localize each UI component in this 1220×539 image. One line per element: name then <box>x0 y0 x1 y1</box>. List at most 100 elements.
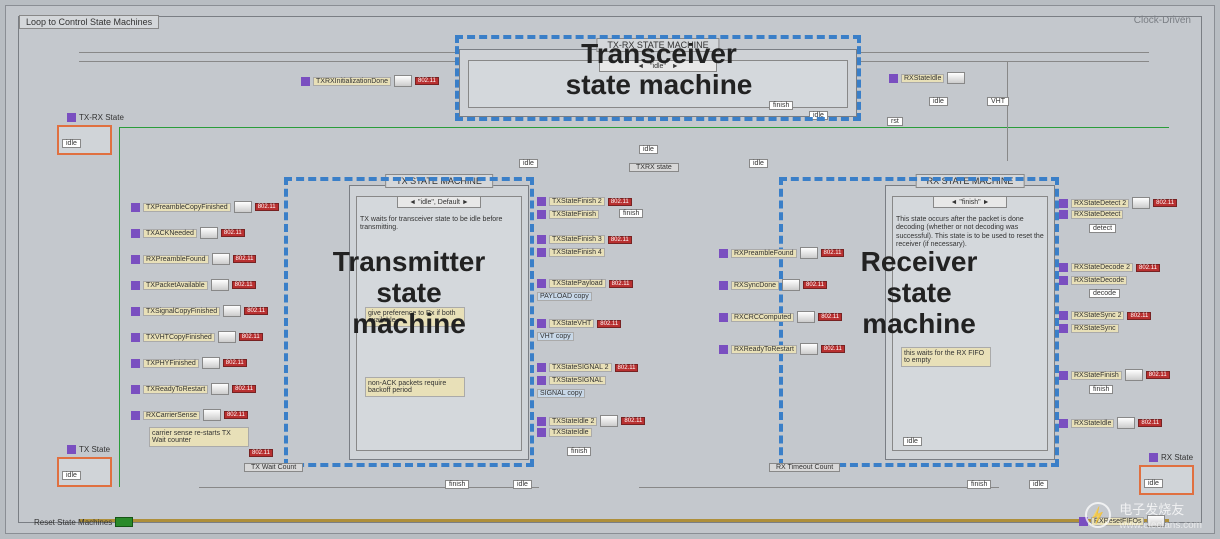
tx-out-signalcopy: SIGNAL copy <box>537 389 585 398</box>
tx-out-signal: TXStateSIGNAL <box>537 376 606 385</box>
tx-out-finish2: TXStateFinish 2802.11 <box>537 197 632 206</box>
watermark-logo-icon: ⚡ <box>1085 502 1111 528</box>
tx-in-pktavail: TXPacketAvailable802.11 <box>131 279 256 291</box>
finish-tag: finish <box>445 480 469 489</box>
tx-case-selector[interactable]: ◄ "idle", Default ► <box>397 196 481 208</box>
rx-out-finish: RXStateFinish802.11 <box>1059 369 1170 381</box>
txrx-case-selector[interactable]: ◄ "idle" ► <box>599 60 717 72</box>
wire <box>199 487 539 488</box>
tx-wait-red: 802.11 <box>249 449 273 457</box>
tx-in-preamble: TXPreambleCopyFinished802.11 <box>131 201 279 213</box>
tx-out-idle: TXStateIdle <box>537 428 592 437</box>
tx-out-payload: TXStatePayload802.11 <box>537 279 633 288</box>
finish-value: finish <box>769 101 793 110</box>
idle-value: idle <box>749 159 768 168</box>
tx-note2: give preference to Rx if both available <box>365 307 465 327</box>
tx-out-vhtcopy: VHT copy <box>537 332 574 341</box>
tx-case-text: TX waits for transceiver state to be idl… <box>357 213 521 236</box>
idle-value: idle <box>519 159 538 168</box>
rx-out-decode2: RXStateDecode 2802.11 <box>1059 263 1160 272</box>
tx-out-signal2: TXStateSIGNAL 2802.11 <box>537 363 638 372</box>
rx-state-machine: RX STATE MACHINE ◄ "finish" ► This state… <box>885 185 1055 460</box>
wire <box>1007 61 1008 161</box>
tx-in-carrier: RXCarrierSense802.11 <box>131 409 248 421</box>
control-loop: Loop to Control State Machines Clock-Dri… <box>18 16 1202 523</box>
rx-sm-tab: RX STATE MACHINE <box>916 174 1025 188</box>
rx-in-sync: RXSyncDone802.11 <box>719 279 827 291</box>
tx-in-vhtcopy: TXVHTCopyFinished802.11 <box>131 331 263 343</box>
finish-tag: finish <box>967 480 991 489</box>
txrx-init-done: TXRXInitializationDone802.11 <box>301 75 439 87</box>
tx-note3: non-ACK packets require backoff period <box>365 377 465 397</box>
loop-label: Loop to Control State Machines <box>19 15 159 29</box>
rx-case: ◄ "finish" ► This state occurs after the… <box>892 196 1048 451</box>
reset-sm: Reset State Machines <box>34 517 133 527</box>
tx-state-label: TX State <box>67 445 110 454</box>
tx-state-cluster: idle <box>57 457 112 487</box>
idle-value: idle <box>62 139 81 148</box>
wire <box>119 127 1169 128</box>
finish-tag: finish <box>619 209 643 218</box>
rx-in-preamble: RXPreambleFound802.11 <box>719 247 844 259</box>
tx-in-phy: TXPHYFinished802.11 <box>131 357 247 369</box>
txrx-state-cluster: idle <box>57 125 112 155</box>
txrx-case: ◄ "idle" ► finish idle <box>468 60 848 108</box>
decode-tag: decode <box>1089 289 1120 298</box>
finish-tag: finish <box>567 447 591 456</box>
rx-case-selector[interactable]: ◄ "finish" ► <box>933 196 1007 208</box>
txrx-sm-tab: TX-RX STATE MACHINE <box>596 38 719 52</box>
txrx-state-bar: TXRX state <box>629 163 679 172</box>
rx-out-decode: RXStateDecode <box>1059 276 1127 285</box>
watermark-url: www.elecfans.com <box>1119 520 1202 531</box>
tx-out-finish3: TXStateFinish 3802.11 <box>537 235 632 244</box>
rx-out-detect: RXStateDetect <box>1059 210 1123 219</box>
idle-tag: idle <box>1029 480 1048 489</box>
rx-out-detect2: RXStateDetect 2802.11 <box>1059 197 1177 209</box>
rxstateidle-top: RXStateIdle <box>889 72 965 84</box>
tx-in-ack: TXACKNeeded802.11 <box>131 227 245 239</box>
vht-value: VHT <box>987 97 1009 106</box>
txrx-state-machine: TX-RX STATE MACHINE ◄ "idle" ► finish id… <box>459 49 857 117</box>
rx-fifo-note: this waits for the RX FIFO to empty <box>901 347 991 367</box>
clock-label: Clock-Driven <box>1134 15 1191 26</box>
watermark: ⚡ 电子发烧友 www.elecfans.com <box>1085 499 1202 531</box>
rx-out-sync2: RXStateSync 2802.11 <box>1059 311 1151 320</box>
tx-sm-tab: TX STATE MACHINE <box>385 174 493 188</box>
idle-tag: idle <box>513 480 532 489</box>
tx-wait-count: TX Wait Count <box>244 463 303 472</box>
rx-out-sync: RXStateSync <box>1059 324 1119 333</box>
txrx-state-label: TX-RX State <box>67 113 124 122</box>
idle-value: idle <box>903 437 922 446</box>
diagram-canvas: Loop to Control State Machines Clock-Dri… <box>5 5 1215 534</box>
tx-case: ◄ "idle", Default ► TX waits for transce… <box>356 196 522 451</box>
rst-value: rst <box>887 117 903 126</box>
tx-state-machine: TX STATE MACHINE ◄ "idle", Default ► TX … <box>349 185 529 460</box>
tx-out-payloadcopy: PAYLOAD copy <box>537 292 592 301</box>
tx-cs-note: carrier sense re-starts TX Wait counter <box>149 427 249 447</box>
detect-tag: detect <box>1089 224 1116 233</box>
tx-out-finish: TXStateFinish <box>537 210 599 219</box>
watermark-text: 电子发烧友 <box>1119 502 1184 517</box>
tx-in-signalcopy: TXSignalCopyFinished802.11 <box>131 305 268 317</box>
tx-in-ready: TXReadyToRestart802.11 <box>131 383 256 395</box>
wire <box>79 519 1169 522</box>
tx-out-vht: TXStateVHT802.11 <box>537 319 621 328</box>
rx-in-ready: RXReadyToRestart802.11 <box>719 343 845 355</box>
rx-in-crc: RXCRCComputed802.11 <box>719 311 842 323</box>
rx-case-text: This state occurs after the packet is do… <box>893 213 1047 253</box>
rx-state-cluster: idle <box>1139 465 1194 495</box>
idle-value: idle <box>639 145 658 154</box>
finish-tag: finish <box>1089 385 1113 394</box>
rx-state-label: RX State <box>1149 453 1193 462</box>
tx-out-idle2: TXStateIdle 2802.11 <box>537 415 645 427</box>
idle-value: idle <box>1144 479 1163 488</box>
rx-timeout-count: RX Timeout Count <box>769 463 840 472</box>
idle-value: idle <box>62 471 81 480</box>
rx-out-idle: RXStateIdle802.11 <box>1059 417 1162 429</box>
tx-out-finish4: TXStateFinish 4 <box>537 248 605 257</box>
wire <box>119 127 120 487</box>
idle-value: idle <box>929 97 948 106</box>
idle-value: idle <box>809 111 828 120</box>
wire <box>639 487 999 488</box>
tx-in-rxpreamble: RXPreambleFound802.11 <box>131 253 256 265</box>
